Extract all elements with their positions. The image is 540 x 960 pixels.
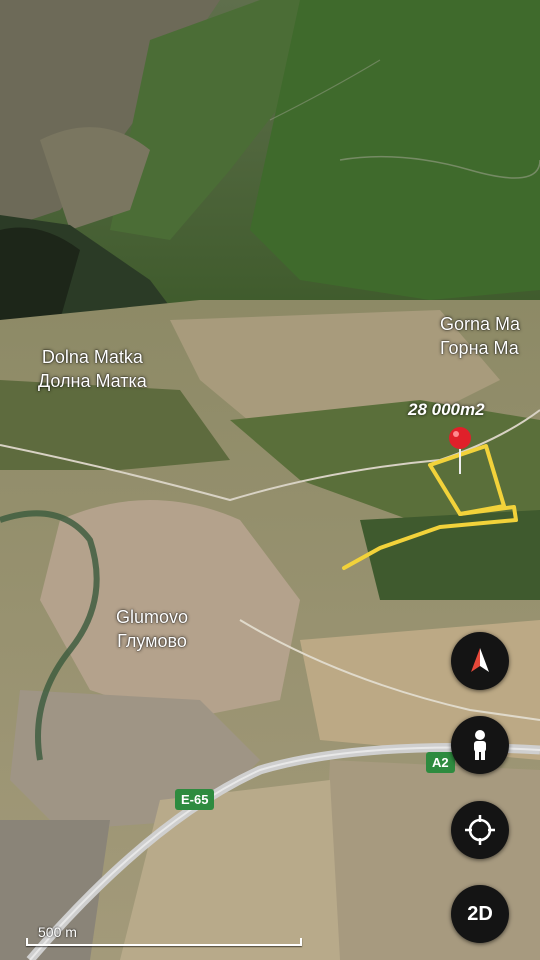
scale-bar: 500 m <box>24 922 304 948</box>
place-label-dolna-matka[interactable]: Dolna Matka Долна Матка <box>38 345 147 393</box>
view-toggle-label: 2D <box>467 902 493 925</box>
place-name-cyrillic: Горна Ма <box>440 338 519 358</box>
compass-icon <box>471 648 489 672</box>
compass-button[interactable] <box>451 632 509 690</box>
road-shield-e65: E-65 <box>175 789 215 810</box>
place-name-latin: Dolna Matka <box>41 347 143 367</box>
place-label-glumovo[interactable]: Glumovo Глумово <box>116 605 188 653</box>
place-name-latin: Gorna Ma <box>440 314 521 334</box>
street-view-button[interactable] <box>451 716 509 774</box>
view-toggle-2d-button[interactable]: 2D <box>451 885 509 943</box>
place-name-cyrillic: Долна Матка <box>38 371 147 391</box>
parcel-area-label: 28 000m2 <box>408 400 485 419</box>
location-target-icon <box>465 815 495 845</box>
my-location-button[interactable] <box>451 801 509 859</box>
pegman-icon <box>474 730 486 760</box>
place-name-cyrillic: Глумово <box>117 631 187 651</box>
scale-ruler <box>26 938 302 946</box>
road-shield-a2: A2 <box>426 752 455 773</box>
place-name-latin: Glumovo <box>116 607 189 627</box>
place-label-gorna-matka[interactable]: Gorna Ma Горна Ма <box>440 312 520 360</box>
